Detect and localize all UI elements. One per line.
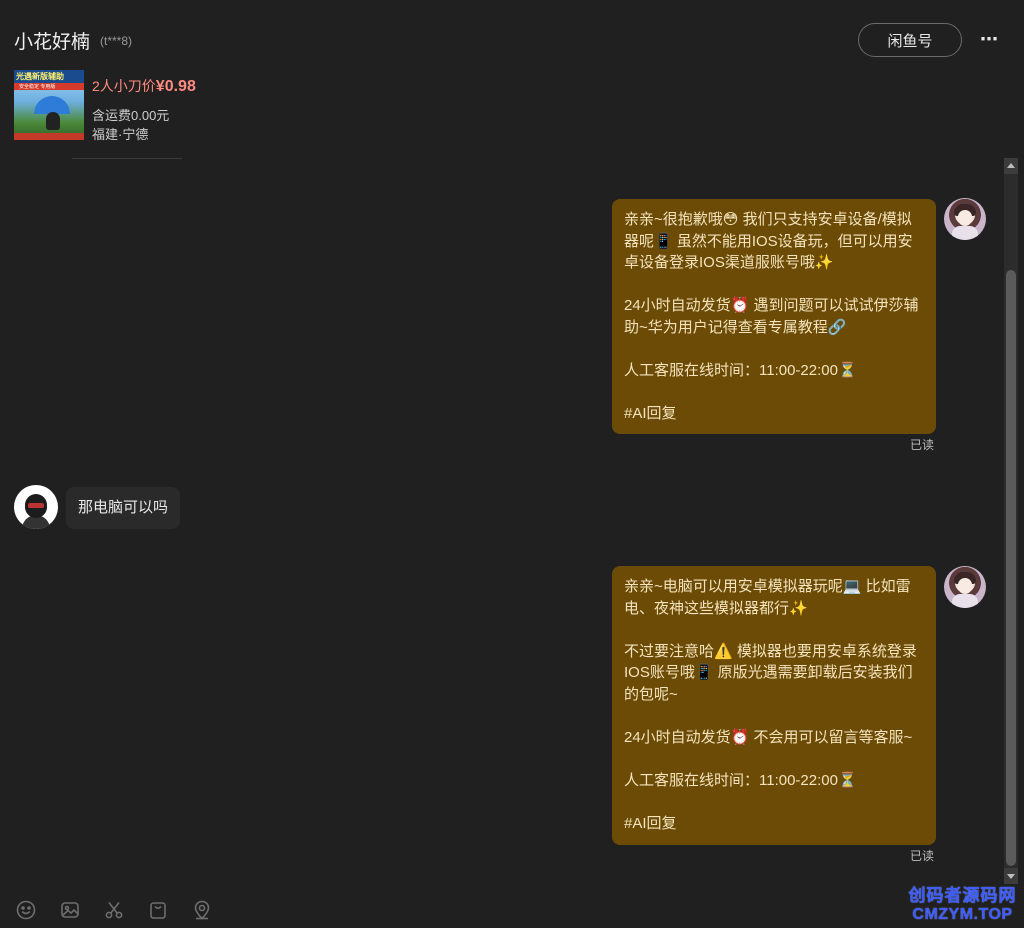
product-thumbnail[interactable]: 光遇新版辅助 安全稳定 专用版 bbox=[14, 70, 84, 140]
message-text: 亲亲~电脑可以用安卓模拟器玩呢💻 比如雷电、夜神这些模拟器都行✨ bbox=[624, 578, 911, 617]
chat-scrollbar[interactable] bbox=[1004, 158, 1018, 884]
xianyu-id-button[interactable]: 闲鱼号 bbox=[858, 23, 962, 57]
chat-header: 小花好楠 (t***8) 闲鱼号 ⋯ bbox=[0, 0, 1024, 80]
message-text: 亲亲~很抱歉哦😳 我们只支持安卓设备/模拟器呢📱 虽然不能用IOS设备玩，但可以… bbox=[624, 211, 913, 271]
product-card[interactable]: 光遇新版辅助 安全稳定 专用版 2人小刀价¥0.98 含运费0.00元 福建·宁… bbox=[14, 70, 196, 160]
read-receipt: 已读 bbox=[910, 438, 935, 452]
emoji-icon[interactable] bbox=[14, 898, 38, 922]
price-amount: ¥0.98 bbox=[155, 78, 196, 95]
message-text: 24小时自动发货⏰ 不会用可以留言等客服~ bbox=[624, 728, 913, 746]
my-message-bubble[interactable]: 亲亲~电脑可以用安卓模拟器玩呢💻 比如雷电、夜神这些模拟器都行✨ 不过要注意哈⚠… bbox=[612, 566, 936, 845]
watermark-line2: CMZYM.TOP bbox=[912, 906, 1013, 923]
product-location: 福建·宁德 bbox=[92, 127, 149, 142]
watermark: 创码者源码网 CMZYM.TOP bbox=[905, 886, 1020, 924]
xianyu-id-label: 闲鱼号 bbox=[887, 32, 933, 50]
message-text: #AI回复 bbox=[624, 404, 677, 422]
location-icon[interactable] bbox=[190, 898, 214, 922]
more-options-button[interactable]: ⋯ bbox=[978, 28, 1000, 54]
character-graphic bbox=[46, 112, 60, 130]
scroll-up-arrow-icon[interactable] bbox=[1004, 158, 1018, 174]
shipping-fee: 含运费0.00元 bbox=[92, 108, 170, 123]
input-toolbar bbox=[14, 898, 214, 924]
message-text: #AI回复 bbox=[624, 814, 677, 832]
ellipsis-icon: ⋯ bbox=[980, 29, 998, 49]
my-message-bubble[interactable]: 亲亲~很抱歉哦😳 我们只支持安卓设备/模拟器呢📱 虽然不能用IOS设备玩，但可以… bbox=[612, 199, 936, 434]
product-divider bbox=[72, 158, 182, 159]
bag-icon[interactable] bbox=[146, 898, 170, 922]
message-text: 不过要注意哈⚠️ 模拟器也要用安卓系统登录IOS账号哦📱 原版光遇需要卸载后安装… bbox=[624, 642, 917, 703]
contact-avatar[interactable] bbox=[14, 485, 58, 529]
message-text: 人工客服在线时间：11:00-22:00⏳ bbox=[624, 361, 857, 379]
message-text: 人工客服在线时间：11:00-22:00⏳ bbox=[624, 771, 857, 789]
contact-name: 小花好楠 bbox=[14, 32, 91, 53]
message-text: 24小时自动发货⏰ 遇到问题可以试试伊莎辅助~华为用户记得查看专属教程🔗 bbox=[624, 297, 919, 336]
scissors-icon[interactable] bbox=[102, 898, 126, 922]
scroll-thumb[interactable] bbox=[1006, 270, 1016, 866]
watermark-line1: 创码者源码网 bbox=[908, 886, 1017, 905]
read-receipt: 已读 bbox=[910, 849, 935, 863]
price-prefix: 2人小刀价 bbox=[92, 78, 156, 94]
contact-user-id: (t***8) bbox=[100, 34, 133, 48]
message-text: 那电脑可以吗 bbox=[78, 499, 169, 516]
my-avatar[interactable] bbox=[944, 198, 986, 240]
image-icon[interactable] bbox=[58, 898, 82, 922]
product-price: 2人小刀价¥0.98 bbox=[92, 76, 196, 96]
scroll-down-arrow-icon[interactable] bbox=[1004, 868, 1018, 884]
thumbnail-subcaption: 安全稳定 专用版 bbox=[19, 84, 56, 90]
my-avatar[interactable] bbox=[944, 566, 986, 608]
contact-message-bubble[interactable]: 那电脑可以吗 bbox=[66, 487, 181, 529]
thumbnail-caption: 光遇新版辅助 bbox=[16, 72, 64, 81]
